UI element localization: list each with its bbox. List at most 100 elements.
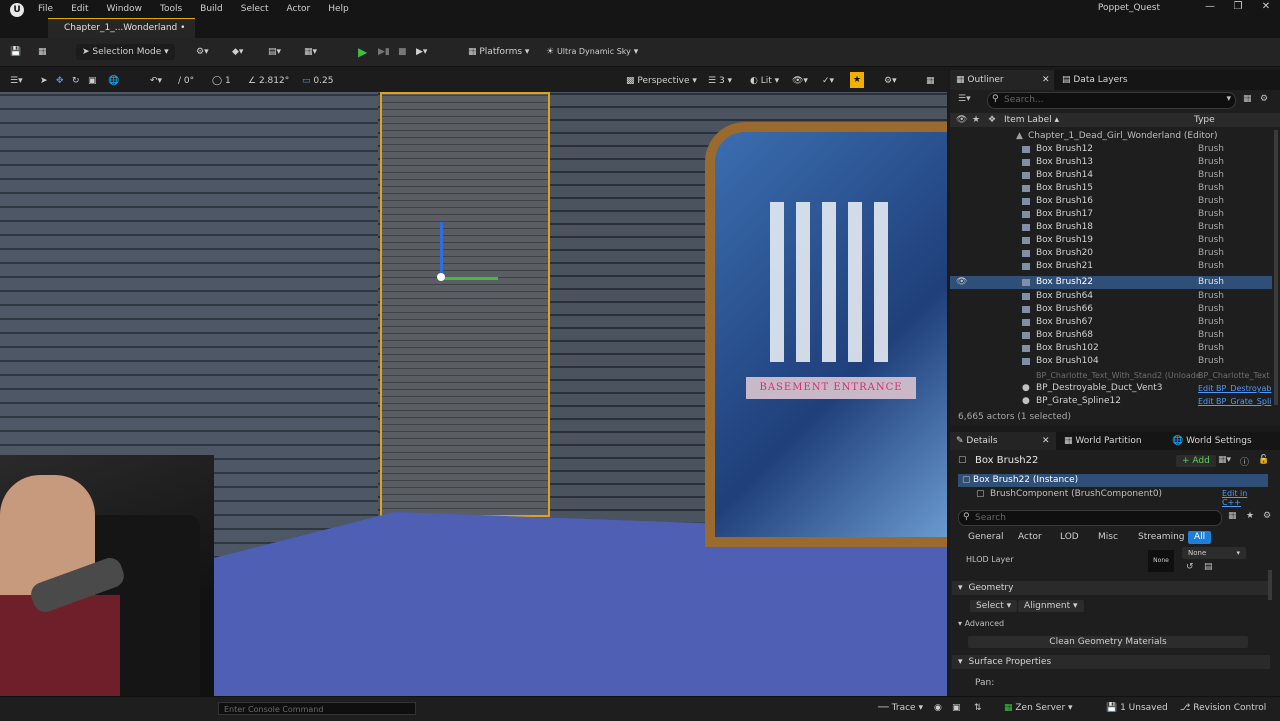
show-flags-icon[interactable]: 👁▾	[792, 73, 808, 89]
browse-icon[interactable]: ▤	[1204, 562, 1213, 572]
lit-dropdown[interactable]: ◐ Lit ▾	[750, 73, 779, 89]
maximize-icon[interactable]: ❐	[1226, 1, 1250, 12]
translate-tool-icon[interactable]: ✥	[56, 73, 64, 89]
filter-all[interactable]: All	[1188, 531, 1212, 544]
add-folder-icon[interactable]: ▦	[1243, 94, 1252, 104]
blueprints-icon[interactable]: ◆▾	[232, 44, 243, 60]
gizmo-y-axis[interactable]	[443, 277, 498, 280]
realtime-icon[interactable]: ★	[850, 72, 864, 88]
record-icon[interactable]: ◉	[934, 703, 942, 713]
outliner-search-input[interactable]: ⚲ Search... ▾	[987, 92, 1236, 109]
table-row[interactable]: Box Brush104 Brush	[950, 355, 1272, 368]
menu-file[interactable]: File	[38, 4, 53, 14]
menu-edit[interactable]: Edit	[71, 4, 88, 14]
select-dropdown[interactable]: Select ▾	[970, 600, 1018, 612]
unreal-logo-icon[interactable]: U	[10, 3, 24, 17]
menu-tools[interactable]: Tools	[160, 4, 182, 14]
viewport-menu-icon[interactable]: ☰▾	[10, 73, 23, 89]
close-details-icon[interactable]: ✕	[1042, 433, 1050, 449]
build-icon[interactable]: ▦▾	[304, 44, 317, 60]
settings-check-icon[interactable]: ✓▾	[822, 73, 834, 89]
world-local-icon[interactable]: 🌐	[108, 73, 119, 89]
unsaved-button[interactable]: 💾 1 Unsaved	[1106, 703, 1168, 713]
gizmo-z-axis[interactable]	[440, 222, 443, 277]
table-row[interactable]: Box Brush17 Brush	[950, 208, 1272, 221]
viewport-settings-icon[interactable]: ⚙▾	[884, 73, 897, 89]
outliner-settings-icon[interactable]: ⚙	[1260, 94, 1268, 104]
table-row[interactable]: Box Brush64 Brush	[950, 290, 1272, 303]
camera-speed-dropdown[interactable]: ☰ 3 ▾	[708, 73, 732, 89]
tab-data-layers[interactable]: ▤ Data Layers	[1062, 72, 1128, 88]
play-icon[interactable]: ▶	[358, 44, 367, 60]
grid-snap-toggle[interactable]: ∕ 0°	[178, 73, 194, 89]
selected-box-brush[interactable]	[380, 92, 550, 517]
favorites-icon[interactable]: ★	[1246, 511, 1254, 521]
lock-icon[interactable]: 🔓	[1258, 455, 1269, 465]
minimize-icon[interactable]: —	[1198, 1, 1222, 12]
perspective-dropdown[interactable]: ▩ Perspective ▾	[626, 73, 697, 89]
filter-lod[interactable]: LOD	[1054, 531, 1085, 544]
rotate-tool-icon[interactable]: ↻	[72, 73, 80, 89]
menu-window[interactable]: Window	[107, 4, 143, 14]
surface-properties-section[interactable]: ▾ Surface Properties	[952, 655, 1270, 669]
table-row[interactable]: Box Brush15 Brush	[950, 182, 1272, 195]
content-browser-icon[interactable]: ▦	[38, 44, 47, 60]
filter-icon[interactable]: ☰▾	[958, 94, 971, 104]
select-tool-icon[interactable]: ➤	[40, 73, 48, 89]
table-row[interactable]: Box Brush66 Brush	[950, 303, 1272, 316]
details-scrollbar[interactable]	[1268, 570, 1272, 600]
console-command-input[interactable]: Enter Console Command	[218, 702, 416, 715]
table-row[interactable]: ● BP_Destroyable_Duct_Vent3 Edit BP_Destro…	[950, 382, 1272, 395]
save-icon[interactable]: 💾	[10, 44, 21, 60]
table-row[interactable]: ● BP_Grate_Spline12 Edit BP_Grate_Spli	[950, 395, 1272, 408]
details-settings-icon[interactable]: ⚙	[1263, 511, 1271, 521]
edit-blueprint-link[interactable]: Edit BP_Grate_Spli	[1198, 395, 1271, 408]
table-row[interactable]: Box Brush20 Brush	[950, 247, 1272, 260]
tab-world-partition[interactable]: ▦ World Partition	[1064, 433, 1142, 449]
scale-snap-toggle[interactable]: ◯ 1	[212, 73, 231, 89]
component-instance-row[interactable]: ▢ Box Brush22 (Instance)	[958, 474, 1268, 487]
filter-general[interactable]: General	[962, 531, 1009, 544]
actor-name-field[interactable]: Box Brush22	[975, 455, 1038, 466]
table-row[interactable]: Box Brush67 Brush	[950, 316, 1272, 329]
stop-icon[interactable]: ■	[398, 44, 407, 60]
table-row[interactable]: Box Brush18 Brush	[950, 221, 1272, 234]
search-dropdown-icon[interactable]: ▾	[1226, 94, 1231, 104]
filter-streaming[interactable]: Streaming	[1132, 531, 1190, 544]
table-row[interactable]: Box Brush14 Brush	[950, 169, 1272, 182]
blueprint-options-icon[interactable]: ▦▾	[1218, 455, 1231, 465]
pin-col-icon[interactable]: ❖	[988, 115, 996, 125]
outliner-root-row[interactable]: ▲ Chapter_1_Dead_Girl_Wonderland (Editor…	[950, 130, 1272, 143]
filter-actor[interactable]: Actor	[1012, 531, 1048, 544]
tab-world-settings[interactable]: 🌐 World Settings	[1172, 433, 1252, 449]
menu-select[interactable]: Select	[241, 4, 269, 14]
screenshot-icon[interactable]: ▣	[952, 703, 961, 713]
geometry-section[interactable]: ▾ Geometry	[952, 581, 1270, 595]
favorite-col-icon[interactable]: ★	[972, 115, 980, 125]
surface-snap-icon[interactable]: ↶▾	[150, 73, 162, 89]
use-selected-icon[interactable]: ↺	[1186, 562, 1194, 572]
launch-icon[interactable]: ▶▾	[416, 44, 427, 60]
details-search-input[interactable]: ⚲ Search	[958, 510, 1222, 526]
close-window-icon[interactable]: ✕	[1254, 1, 1278, 12]
type-column-header[interactable]: Type	[1194, 115, 1215, 125]
table-row[interactable]: BP_Charlotte_Text_With_Stand2 (Unloade BP…	[950, 369, 1272, 382]
item-label-column-header[interactable]: Item Label ▴	[1004, 115, 1059, 125]
platforms-dropdown[interactable]: ▦ Platforms ▾	[468, 44, 529, 60]
cinematics-icon[interactable]: ▤▾	[268, 44, 281, 60]
close-outliner-icon[interactable]: ✕	[1042, 72, 1050, 88]
derived-data-icon[interactable]: ⇅	[974, 703, 982, 713]
visibility-col-icon[interactable]: 👁	[956, 115, 967, 125]
gizmo-origin[interactable]	[437, 273, 445, 281]
hlod-layer-dropdown[interactable]: None ▾	[1182, 547, 1246, 559]
rotation-snap-toggle[interactable]: ∠ 2.812°	[248, 73, 289, 89]
menu-help[interactable]: Help	[328, 4, 349, 14]
menu-build[interactable]: Build	[200, 4, 223, 14]
ultra-dynamic-sky-dropdown[interactable]: ☀ Ultra Dynamic Sky ▾	[546, 44, 638, 60]
table-row-selected[interactable]: 👁 Box Brush22 Brush	[950, 276, 1272, 289]
table-row[interactable]: Box Brush16 Brush	[950, 195, 1272, 208]
outliner-scrollbar[interactable]	[1274, 130, 1278, 405]
filter-misc[interactable]: Misc	[1092, 531, 1124, 544]
add-content-icon[interactable]: ⚙▾	[196, 44, 209, 60]
scale-tool-icon[interactable]: ▣	[88, 73, 97, 89]
